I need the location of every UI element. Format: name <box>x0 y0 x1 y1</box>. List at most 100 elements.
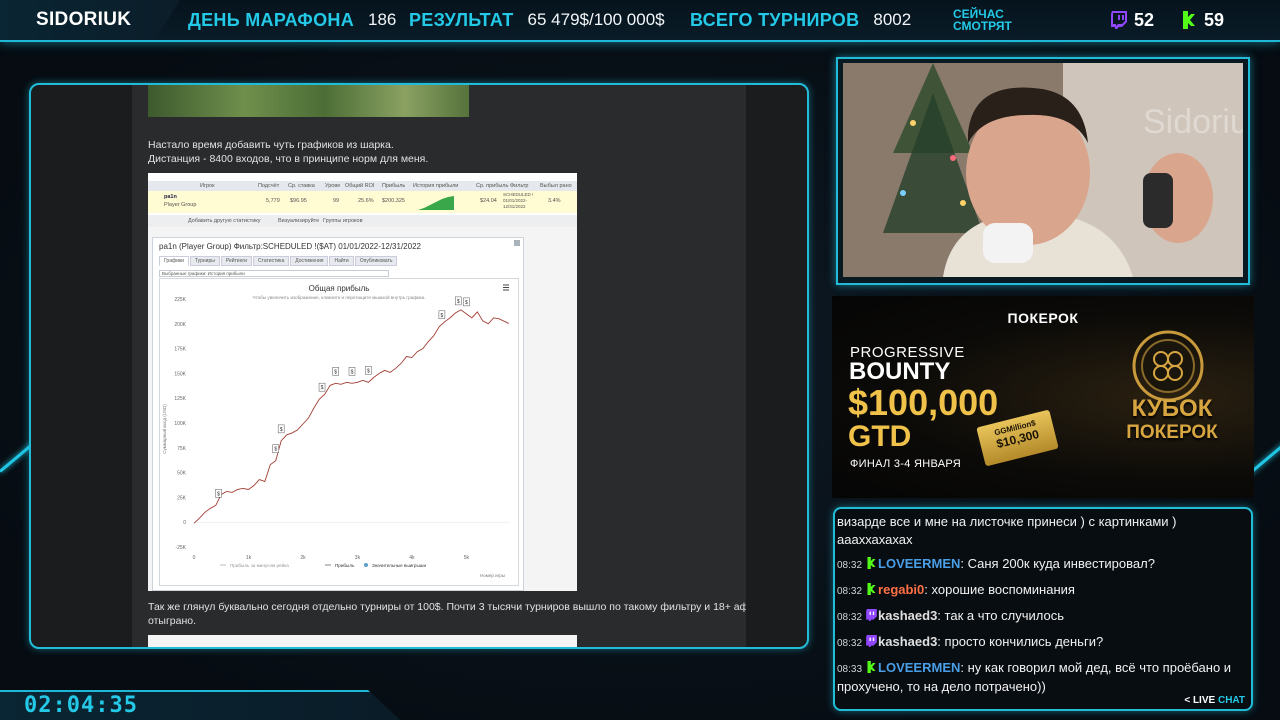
y-tick-label: 25K <box>177 495 187 501</box>
chart-subtitle: Чтобы увеличить изображение, кликните и … <box>253 294 426 300</box>
x-tick-label: 2k <box>300 555 306 561</box>
cell-avg-stake: $96.95 <box>290 198 307 204</box>
chat-message: 08:32 regabi0: хорошие воспоминания <box>837 581 1249 600</box>
legend-swatch <box>364 563 368 567</box>
toolbar-link[interactable]: Группы игроков <box>323 218 363 224</box>
kick-icon <box>866 660 877 673</box>
tab-graphs[interactable]: Графики <box>159 256 189 266</box>
chat-timestamp: 08:32 <box>837 612 863 623</box>
legend-label: Значительные выигрыши <box>372 563 426 568</box>
article-text-line: отыграно. <box>148 615 197 627</box>
column-header: Игрок <box>200 183 215 189</box>
profit-chart[interactable]: Общая прибыльЧтобы увеличить изображение… <box>160 279 518 585</box>
next-screenshot <box>148 635 577 647</box>
y-tick-label: 225K <box>174 297 186 303</box>
chat-timestamp: 08:32 <box>837 638 863 649</box>
column-header: История прибыли <box>413 183 459 189</box>
article-text-line: Так же глянул буквально сегодня отдельно… <box>148 601 746 613</box>
y-tick-label: 0 <box>183 520 186 526</box>
chat-timestamp: 08:32 <box>837 586 863 597</box>
profit-line <box>193 309 510 524</box>
x-tick-label: 4k <box>409 555 415 561</box>
chat-message: прохучено, то на дело потрачено)) <box>837 678 1249 695</box>
chat-text: так а что случилось <box>944 608 1064 623</box>
stats-table: Игрок Подсчёт Ср. ставка Урове Общий ROI… <box>148 173 577 227</box>
table-row[interactable]: pa1n Player Group 5,779 $96.95 99 25.6% … <box>148 191 577 213</box>
kick-viewer-count: 59 <box>1204 9 1225 30</box>
column-header: Общий ROI <box>345 183 375 189</box>
chat-username[interactable]: LOVEERMEN <box>878 660 960 675</box>
graph-select[interactable]: Выбранные графики: История прибыли <box>159 270 389 277</box>
big-win-symbol: $ <box>217 491 220 497</box>
profit-sparkline <box>418 196 454 210</box>
chat-timestamp: 08:33 <box>837 664 863 675</box>
tab-ratings[interactable]: Рейтинги <box>220 256 252 266</box>
chart-y-label: Суммарный вход (USD) <box>161 404 167 454</box>
twitch-icon <box>866 634 877 647</box>
y-tick-label: -25K <box>175 545 186 551</box>
ad-amount: $100,000 <box>848 382 999 423</box>
chat-username[interactable]: regabi0 <box>878 582 924 597</box>
player-name: pa1n <box>164 194 177 200</box>
y-tick-label: 200K <box>174 322 186 328</box>
big-win-symbol: $ <box>367 368 370 374</box>
column-header: Ср. ставка <box>288 183 315 189</box>
article-photo <box>148 85 469 117</box>
column-header: Подсчёт <box>258 183 280 189</box>
tab-statistics[interactable]: Статистика <box>252 256 290 266</box>
stat-value: 8002 <box>873 10 912 29</box>
chat-message: 08:32 kashaed3: просто кончились деньги? <box>837 633 1249 652</box>
tab-publish[interactable]: Опубликовать <box>354 256 398 266</box>
tab-achievements[interactable]: Достижения <box>290 256 329 266</box>
promo-banner[interactable]: ПОКЕРОК PROGRESSIVE BOUNTY $100,000 GTD … <box>832 296 1254 498</box>
chart-title: Общая прибыль <box>309 284 370 293</box>
dialog-tabs: Графики Турниры Рейтинги Статистика Дост… <box>159 256 398 266</box>
chat-username[interactable]: LOVEERMEN <box>878 556 960 571</box>
chat-username[interactable]: kashaed3 <box>878 608 937 623</box>
chat-text: ну как говорил мой дед, всё что проёбано… <box>967 660 1232 675</box>
ad-gtd: GTD <box>848 420 912 453</box>
stream-overlay: SIDORIUK ДЕНЬ МАРАФОНА 186 РЕЗУЛЬТАТ 65 … <box>0 0 1280 720</box>
twitch-icon <box>1110 10 1128 30</box>
blog-page[interactable]: Настало время добавить чуть графиков из … <box>132 85 746 647</box>
chat-label: CHAT <box>1217 695 1245 706</box>
cup-emblem <box>1132 330 1204 402</box>
twitch-icon <box>866 608 877 621</box>
screen-share-panel: Настало время добавить чуть графиков из … <box>29 83 809 649</box>
chat-text: визарде все и мне на листочке принеси ) … <box>837 514 1177 529</box>
y-tick-label: 125K <box>174 396 186 402</box>
tab-find[interactable]: Найти <box>329 256 354 266</box>
table-header: Игрок Подсчёт Ср. ставка Урове Общий ROI… <box>148 181 577 191</box>
chat-separator: : <box>960 556 968 571</box>
toolbar-link[interactable]: Добавить другую статистику <box>188 218 261 224</box>
sharkscope-screenshot: Игрок Подсчёт Ср. ставка Урове Общий ROI… <box>148 173 577 591</box>
chart-x-label: Номер игры <box>480 573 505 578</box>
tab-tournaments[interactable]: Турниры <box>189 256 220 266</box>
close-icon[interactable] <box>514 240 520 246</box>
stat-label: ДЕНЬ МАРАФОНА <box>188 9 354 30</box>
chat-username[interactable]: kashaed3 <box>878 634 937 649</box>
chat-text: Саня 200к куда инвестировал? <box>967 556 1155 571</box>
kick-icon <box>1180 10 1198 30</box>
chat-message: 08:32 kashaed3: так а что случилось <box>837 607 1249 626</box>
legend-label: Прибыль за минусом рейка <box>230 562 289 568</box>
stat-total-tournaments: ВСЕГО ТУРНИРОВ 8002 <box>690 0 911 40</box>
ad-final-dates: ФИНАЛ 3-4 ЯНВАРЯ <box>850 458 962 470</box>
big-win-symbol: $ <box>465 300 468 306</box>
stat-label: ВСЕГО ТУРНИРОВ <box>690 9 860 30</box>
chat-message: аааххахахах <box>837 531 1249 548</box>
stream-timer: 02:04:35 <box>24 693 138 718</box>
stat-value: 186 <box>368 10 397 29</box>
x-tick-label: 3k <box>355 555 361 561</box>
cell-profit: $200,325 <box>382 198 405 204</box>
live-label: < LIVE <box>1184 695 1216 706</box>
y-tick-label: 50K <box>177 471 187 477</box>
cell-level: 99 <box>333 198 340 204</box>
big-win-symbol: $ <box>351 369 354 375</box>
kick-icon <box>866 582 877 595</box>
now-watching-label: СЕЙЧАС СМОТРЯТ <box>953 7 1012 33</box>
table-toolbar: Добавить другую статистику Визуализируйт… <box>148 215 577 227</box>
column-header: Ср. прибыль <box>476 183 509 189</box>
toolbar-link[interactable]: Визуализируйте <box>278 218 319 224</box>
big-win-symbol: $ <box>334 369 337 375</box>
